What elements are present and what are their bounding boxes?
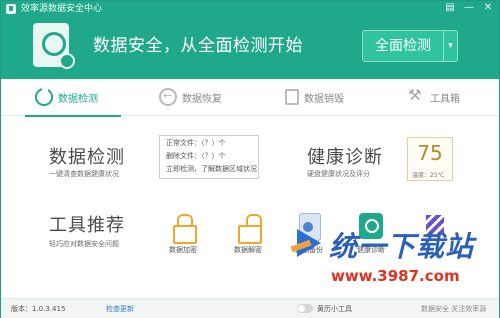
tab-label: 工具箱: [430, 93, 460, 105]
tools-subtitle: 轻巧应对数据安全问题: [49, 240, 119, 248]
watermark-logo-icon: [291, 225, 327, 261]
watermark-title: 统一下载站: [329, 230, 475, 263]
restore-icon: [159, 88, 177, 106]
lock-icon: [169, 213, 197, 244]
tool-label: 数据加密: [169, 246, 197, 254]
tab-bar: 数据检测 数据恢复 数据销毁 工具箱: [1, 79, 499, 116]
health-score-card: 75 温度：25℃: [407, 137, 453, 181]
tab-toolbox[interactable]: 工具箱: [407, 85, 460, 109]
tools-icon: [407, 86, 425, 106]
app-logo-icon: [6, 4, 16, 14]
version-text: 版本：1.0.3.415: [11, 305, 66, 313]
tab-data-detect[interactable]: 数据检测: [35, 85, 98, 109]
chevron-down-icon[interactable]: ▾: [443, 31, 457, 61]
almanac-toggle-label: 黄历小工具: [317, 305, 352, 313]
check-update-link[interactable]: 检查更新: [106, 304, 134, 314]
unlock-icon: [234, 213, 262, 244]
app-window: 效率源数据安全中心 ▤ — ✕ 数据安全，从全面检测开始 全面检测 ▾ 数据检测…: [0, 0, 500, 318]
health-title[interactable]: 健康诊断: [307, 143, 383, 169]
health-score: 75: [417, 141, 443, 165]
window-controls: ▤ — ✕: [445, 2, 493, 14]
close-icon[interactable]: ✕: [483, 2, 493, 14]
tab-label: 数据检测: [58, 93, 98, 105]
full-scan-button[interactable]: 全面检测 ▾: [362, 30, 458, 62]
trash-icon: [285, 89, 299, 105]
detect-subtitle: 一键清查数据健康状况: [49, 170, 119, 178]
header-banner: 效率源数据安全中心 ▤ — ✕ 数据安全，从全面检测开始 全面检测 ▾: [1, 1, 499, 79]
disk-temperature: 温度：25℃: [412, 172, 445, 179]
full-scan-label[interactable]: 全面检测: [363, 31, 443, 61]
tab-data-restore[interactable]: 数据恢复: [159, 85, 222, 109]
watermark-url: www.3987.com: [331, 267, 460, 285]
tool-encrypt[interactable]: 数据加密: [157, 213, 209, 255]
footer-slogan: 数据安全 关注效率源: [421, 305, 487, 313]
health-subtitle: 硬盘健康状况及评分: [307, 170, 370, 178]
window-title: 效率源数据安全中心: [21, 4, 103, 14]
detect-title[interactable]: 数据检测: [49, 143, 125, 169]
minimize-icon[interactable]: —: [464, 2, 474, 14]
watermark: 统一下载站 www.3987.com: [291, 223, 499, 293]
almanac-toggle[interactable]: [297, 304, 313, 313]
tool-decrypt[interactable]: 数据解密: [222, 213, 274, 255]
normal-files-count: 正常文件：（？）个: [166, 139, 226, 147]
status-bar: 版本：1.0.3.415 检查更新 黄历小工具 数据安全 关注效率源: [1, 298, 499, 318]
title-bar: 效率源数据安全中心 ▤ — ✕: [1, 1, 499, 17]
detect-now-hint[interactable]: 立即检测，了解数据区域状况: [166, 164, 257, 174]
tab-data-destroy[interactable]: 数据销毁: [285, 85, 344, 109]
tab-label: 数据恢复: [182, 93, 222, 105]
refresh-icon: [35, 87, 53, 106]
headline: 数据安全，从全面检测开始: [93, 36, 303, 56]
disk-scan-icon: [33, 23, 75, 69]
tool-label: 数据解密: [234, 246, 262, 254]
tab-label: 数据销毁: [304, 93, 344, 105]
menu-icon[interactable]: ▤: [445, 2, 455, 14]
deleted-files-count: 删除文件：（？）个: [166, 152, 226, 160]
tools-title: 工具推荐: [49, 215, 125, 236]
